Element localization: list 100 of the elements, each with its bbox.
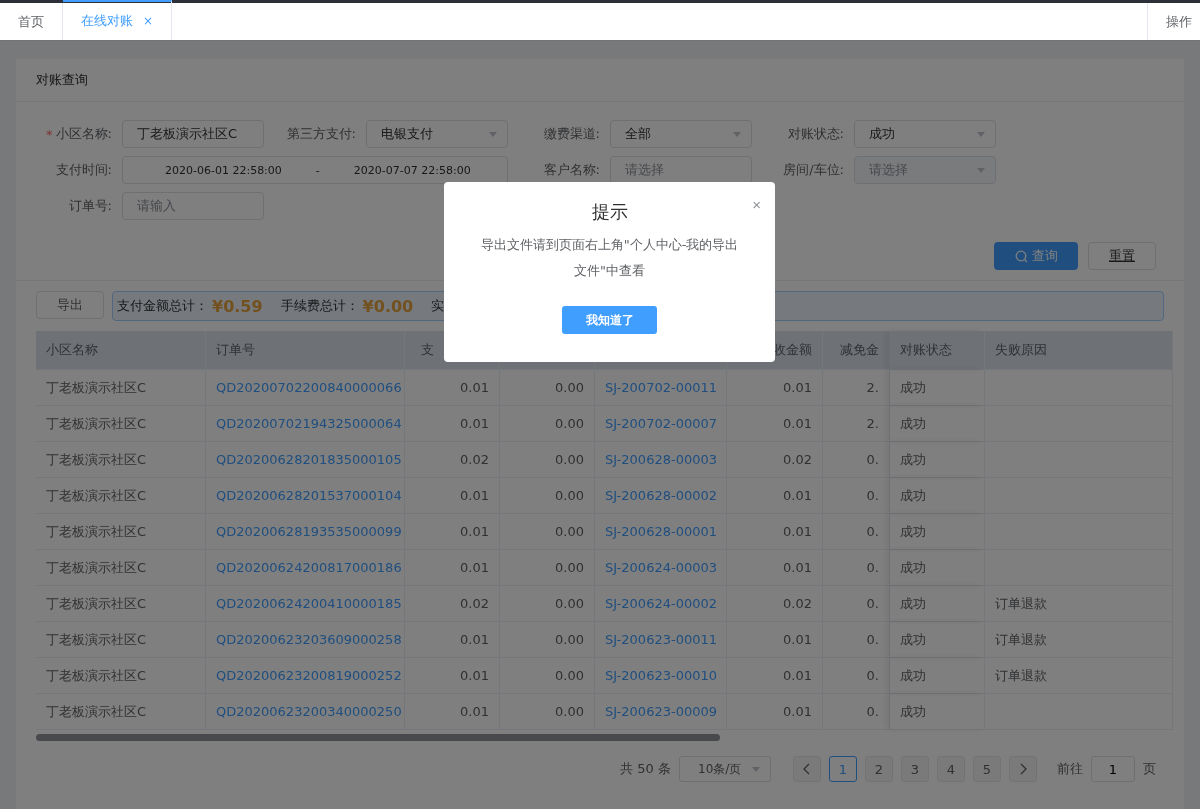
page-input[interactable]: 1 xyxy=(1091,756,1135,782)
table-cell: 订单退款 xyxy=(995,630,1047,649)
link[interactable]: QD20200624200410000185 xyxy=(216,596,402,611)
prev-page-button[interactable] xyxy=(793,756,821,782)
table-cell: 0.00 xyxy=(555,452,584,467)
export-button[interactable]: 导出 xyxy=(36,291,104,319)
link[interactable]: QD20200624200817000186 xyxy=(216,560,402,575)
link[interactable]: SJ-200623-00011 xyxy=(605,632,717,647)
table-cell: 成功 xyxy=(900,558,926,577)
table-cell: 成功 xyxy=(900,486,926,505)
column-header: 减免金 xyxy=(840,341,879,359)
table-cell: 0.01 xyxy=(460,416,489,431)
summary-label: 实 xyxy=(431,297,445,315)
reset-button[interactable]: 重置 xyxy=(1088,242,1156,270)
page-button[interactable]: 3 xyxy=(901,756,929,782)
summary-value: ¥0.00 xyxy=(362,296,414,316)
link[interactable]: SJ-200623-00010 xyxy=(605,668,717,683)
table-cell: 成功 xyxy=(900,522,926,541)
field-label: 订单号: xyxy=(68,197,112,215)
table-cell: 0.01 xyxy=(783,560,812,575)
page-suffix: 页 xyxy=(1143,760,1156,778)
select-field[interactable]: 电银支付 xyxy=(366,120,508,148)
table-cell: 0.01 xyxy=(783,416,812,431)
link[interactable]: SJ-200702-00011 xyxy=(605,380,717,395)
table-cell: 0.01 xyxy=(783,668,812,683)
table-cell: 成功 xyxy=(900,378,926,397)
column-header: 失败原因 xyxy=(995,341,1047,359)
link[interactable]: QD20200623200340000250 xyxy=(216,704,402,719)
select-field[interactable]: 全部 xyxy=(610,120,752,148)
caret-icon xyxy=(977,167,985,173)
goto-label: 前往 xyxy=(1057,760,1083,778)
page-button[interactable]: 1 xyxy=(829,756,857,782)
table-cell: 0.01 xyxy=(460,704,489,719)
table-cell: 0. xyxy=(866,668,879,683)
table-cell: 订单退款 xyxy=(995,666,1047,685)
table-cell: 0.02 xyxy=(783,596,812,611)
table-cell: 成功 xyxy=(900,666,926,685)
page-button[interactable]: 2 xyxy=(865,756,893,782)
table-cell: 2. xyxy=(866,380,879,395)
link[interactable]: SJ-200628-00001 xyxy=(605,524,717,539)
query-button[interactable]: 查询 xyxy=(994,242,1078,270)
tab[interactable]: 在线对账 × xyxy=(63,0,173,40)
link[interactable]: SJ-200624-00003 xyxy=(605,560,717,575)
panel-title: 对账查询 xyxy=(16,59,1184,102)
table-cell: 0.01 xyxy=(460,632,489,647)
caret-icon xyxy=(977,131,985,137)
field-label: 第三方支付: xyxy=(286,125,356,143)
table-cell: 丁老板演示社区C xyxy=(46,414,147,433)
table-cell: 0.00 xyxy=(555,488,584,503)
page-button[interactable]: 5 xyxy=(973,756,1001,782)
table-cell: 0.01 xyxy=(460,668,489,683)
link[interactable]: QD20200628201537000104 xyxy=(216,488,402,503)
caret-icon xyxy=(733,131,741,137)
table-cell: 0. xyxy=(866,596,879,611)
confirm-button[interactable]: 我知道了 xyxy=(562,306,657,334)
select-field[interactable]: 成功 xyxy=(854,120,996,148)
table-cell: 丁老板演示社区C xyxy=(46,558,147,577)
table-cell: 0. xyxy=(866,632,879,647)
page-size-select[interactable]: 10条/页 xyxy=(679,756,771,782)
link[interactable]: SJ-200628-00003 xyxy=(605,452,717,467)
page-button[interactable]: 4 xyxy=(937,756,965,782)
field-label: 对账状态: xyxy=(787,125,844,143)
link[interactable]: SJ-200628-00002 xyxy=(605,488,717,503)
table-cell: 0.02 xyxy=(783,452,812,467)
table-cell: 2. xyxy=(866,416,879,431)
field-label: 房间/车位: xyxy=(783,161,844,179)
link[interactable]: SJ-200624-00002 xyxy=(605,596,717,611)
total-count: 共 50 条 xyxy=(620,760,671,778)
date-range-field[interactable]: 2020-06-01 22:58:00 - 2020-07-07 22:58:00 xyxy=(122,156,508,184)
table-cell: 0.01 xyxy=(460,488,489,503)
table-cell: 0.02 xyxy=(460,596,489,611)
link[interactable]: QD20200628201835000105 xyxy=(216,452,402,467)
table-cell: 0.00 xyxy=(555,416,584,431)
tab[interactable]: 首页 xyxy=(0,3,63,40)
summary-label: 支付金额总计： xyxy=(117,297,208,315)
link[interactable]: QD20200628193535000099 xyxy=(216,524,402,539)
next-page-button[interactable] xyxy=(1009,756,1037,782)
table-cell: 丁老板演示社区C xyxy=(46,594,147,613)
link[interactable]: QD20200702200840000066 xyxy=(216,380,402,395)
chevron-left-icon xyxy=(803,763,811,775)
link[interactable]: SJ-200702-00007 xyxy=(605,416,717,431)
link[interactable]: QD20200623203609000258 xyxy=(216,632,402,647)
scrollbar-thumb[interactable] xyxy=(36,734,720,741)
close-icon[interactable]: × xyxy=(143,14,154,28)
chevron-right-icon xyxy=(1019,763,1027,775)
table-cell: 0.01 xyxy=(783,704,812,719)
column-header: 小区名称 xyxy=(46,341,98,359)
summary-value: ¥0.59 xyxy=(212,296,263,316)
action-tab[interactable]: 操作 xyxy=(1147,3,1200,40)
field-label: 缴费渠道: xyxy=(543,125,600,143)
link[interactable]: SJ-200623-00009 xyxy=(605,704,717,719)
table-cell: 成功 xyxy=(900,702,926,721)
field-label: 小区名称: xyxy=(55,125,112,143)
link[interactable]: QD20200623200819000252 xyxy=(216,668,402,683)
field-label: 支付时间: xyxy=(55,161,112,179)
link[interactable]: QD20200702194325000064 xyxy=(216,416,402,431)
table-cell: 0.00 xyxy=(555,704,584,719)
input-field[interactable]: 丁老板演示社区C xyxy=(122,120,264,148)
table-cell: 0.01 xyxy=(460,560,489,575)
dialog-title: 提示 xyxy=(591,200,628,224)
